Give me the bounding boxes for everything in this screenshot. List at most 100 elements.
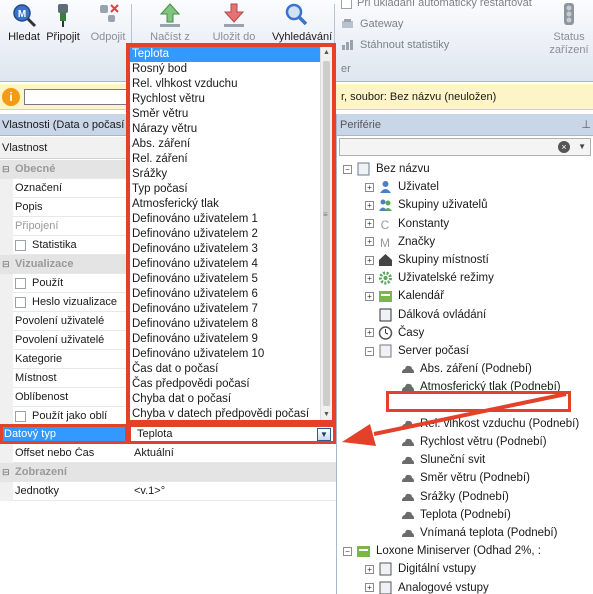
dropdown-option[interactable]: Rychlost větru (130, 92, 320, 107)
tree-node[interactable]: + C Konstanty (365, 217, 449, 235)
chevron-down-icon[interactable]: ▼ (578, 142, 586, 151)
device-status-button[interactable]: Status zařízení (545, 2, 593, 57)
property-name-label: Povolení uživatelé (15, 334, 105, 346)
collapse-icon[interactable]: − (343, 546, 352, 556)
tree-node[interactable]: + Uživatelské režimy (365, 271, 494, 289)
dropdown-option[interactable]: Srážky (130, 167, 320, 182)
expand-icon[interactable]: + (365, 182, 374, 192)
tree-node[interactable]: Sluneční svit (387, 453, 485, 471)
restart-checkbox[interactable] (341, 0, 352, 9)
expand-icon[interactable]: + (365, 291, 374, 301)
tree-node[interactable]: Vnímaná teplota (Podnebí) (387, 526, 557, 544)
dropdown-option[interactable]: Definováno uživatelem 3 (130, 242, 320, 257)
dropdown-scrollbar[interactable]: ▲ ≡ ▼ (320, 47, 332, 420)
dropdown-option[interactable]: Definováno uživatelem 9 (130, 332, 320, 347)
datatype-property-name[interactable]: Datový typ (0, 424, 128, 444)
property-name-label: Obecné (15, 163, 56, 175)
scrollbar-thumb[interactable] (323, 61, 330, 406)
tree-node[interactable]: − Server počasí (365, 344, 469, 362)
tree-node[interactable]: + Kalendář (365, 289, 444, 307)
gateway-option[interactable]: Gateway (341, 18, 403, 30)
dropdown-option[interactable]: Abs. záření (130, 137, 320, 152)
expand-icon[interactable]: + (365, 328, 374, 338)
property-row[interactable]: Offset nebo Čas Aktuální (0, 444, 336, 463)
dropdown-option[interactable]: Definováno uživatelem 7 (130, 302, 320, 317)
disconnect-button[interactable]: Odpojit (84, 2, 132, 43)
dropdown-option[interactable]: Čas předpovědi počasí (130, 377, 320, 392)
expand-icon[interactable]: + (365, 583, 374, 593)
unplug-icon (100, 4, 119, 22)
tree-node[interactable]: + Skupiny místností (365, 253, 489, 271)
clear-icon[interactable]: × (558, 141, 570, 153)
tree-node[interactable]: + Analogové vstupy (365, 581, 489, 594)
datatype-row[interactable]: Datový typ Teplota ▼ (0, 424, 336, 444)
collapse-icon[interactable]: − (343, 164, 352, 174)
dropdown-option[interactable]: Definováno uživatelem 1 (130, 212, 320, 227)
property-value[interactable]: <v.1>° (134, 485, 165, 497)
expand-icon[interactable]: + (365, 273, 374, 283)
pin-icon[interactable]: ⊥ (581, 118, 591, 131)
property-checkbox[interactable] (15, 410, 26, 422)
scroll-up-icon[interactable]: ▲ (323, 49, 330, 56)
dropdown-option[interactable]: Definováno uživatelem 5 (130, 272, 320, 287)
tree-node[interactable]: Rychlost větru (Podnebí) (387, 435, 547, 453)
dropdown-option[interactable]: Rel. vlhkost vzduchu (130, 77, 320, 92)
expand-icon[interactable]: + (365, 564, 374, 574)
restart-option[interactable]: Při ukládání automaticky restartovat (341, 0, 532, 9)
tree-node[interactable]: Směr větru (Podnebí) (387, 471, 530, 489)
dropdown-option[interactable]: Definováno uživatelem 8 (130, 317, 320, 332)
dropdown-option[interactable]: Chyba dat o počasí (130, 392, 320, 407)
collapse-icon[interactable]: ⊟ (2, 467, 10, 478)
remote-icon (379, 308, 392, 322)
info-input[interactable] (24, 89, 132, 105)
dropdown-option[interactable]: Typ počasí (130, 182, 320, 197)
chevron-down-icon[interactable]: ▼ (317, 428, 331, 441)
tree-node[interactable]: + Digitální vstupy (365, 562, 476, 580)
tree-node[interactable]: Dálková ovládání (365, 308, 486, 326)
tree-node[interactable]: − Bez názvu (343, 162, 430, 180)
expand-icon[interactable]: + (365, 255, 374, 265)
datatype-combobox[interactable]: Teplota ▼ (128, 424, 336, 444)
tree-node[interactable]: Srážky (Podnebí) (387, 490, 509, 508)
dropdown-option[interactable]: Rel. záření (130, 152, 320, 167)
tree-node[interactable]: + Časy (365, 326, 424, 344)
tree-node[interactable]: − Loxone Miniserver (Odhad 2%, : (343, 544, 541, 562)
collapse-icon[interactable]: − (365, 346, 374, 356)
scroll-down-icon[interactable]: ▼ (323, 411, 330, 418)
collapse-icon[interactable]: ⊟ (2, 164, 10, 175)
discovery-button[interactable]: Vyhledávání (272, 2, 332, 43)
tree-node[interactable]: + Skupiny uživatelů (365, 198, 488, 216)
tree-node[interactable]: Abs. záření (Podnebí) (387, 362, 532, 380)
dropdown-option[interactable]: Definováno uživatelem 6 (130, 287, 320, 302)
connect-button[interactable]: Připojit (39, 2, 87, 43)
dropdown-option[interactable]: Definováno uživatelem 4 (130, 257, 320, 272)
property-category[interactable]: ⊟ Zobrazení (0, 463, 336, 482)
dropdown-option[interactable]: Atmosferický tlak (130, 197, 320, 212)
tree-node[interactable]: Teplota (Podnebí) (387, 508, 511, 526)
tree-node[interactable]: Rel. vlhkost vzduchu (Podnebí) (387, 417, 579, 435)
download-stats-option[interactable]: Stáhnout statistiky (341, 39, 449, 51)
dropdown-option[interactable]: Nárazy větru (130, 122, 320, 137)
property-row[interactable]: Jednotky <v.1>° (0, 482, 336, 501)
expand-icon[interactable]: + (365, 219, 374, 229)
property-value[interactable]: Aktuální (134, 447, 174, 459)
collapse-icon[interactable]: ⊟ (2, 259, 10, 270)
dropdown-option[interactable]: Definováno uživatelem 10 (130, 347, 320, 362)
dropdown-option[interactable]: Teplota (130, 47, 320, 62)
dropdown-option[interactable]: Směr větru (130, 107, 320, 122)
expand-icon[interactable]: + (365, 237, 374, 247)
expand-icon[interactable]: + (365, 200, 374, 210)
dropdown-option[interactable]: Rosný bod (130, 62, 320, 77)
property-checkbox[interactable] (15, 296, 26, 308)
property-checkbox[interactable] (15, 239, 26, 251)
datatype-dropdown-list[interactable]: Teplota Rosný bod Rel. vlhkost vzduchu Rych… (126, 43, 336, 424)
dropdown-option[interactable]: Chyba v datech předpovědi počasí (130, 407, 320, 420)
dropdown-option[interactable]: Definováno uživatelem 2 (130, 227, 320, 242)
save-to-button[interactable]: Uložit do (210, 2, 258, 43)
dropdown-option[interactable]: Čas dat o počasí (130, 362, 320, 377)
tree-node[interactable]: + Uživatel (365, 180, 439, 198)
tree-search-input[interactable]: × ▼ (339, 138, 591, 156)
property-checkbox[interactable] (15, 277, 26, 289)
load-from-button[interactable]: Načíst z (146, 2, 194, 43)
tree-node[interactable]: + M Značky (365, 235, 435, 253)
